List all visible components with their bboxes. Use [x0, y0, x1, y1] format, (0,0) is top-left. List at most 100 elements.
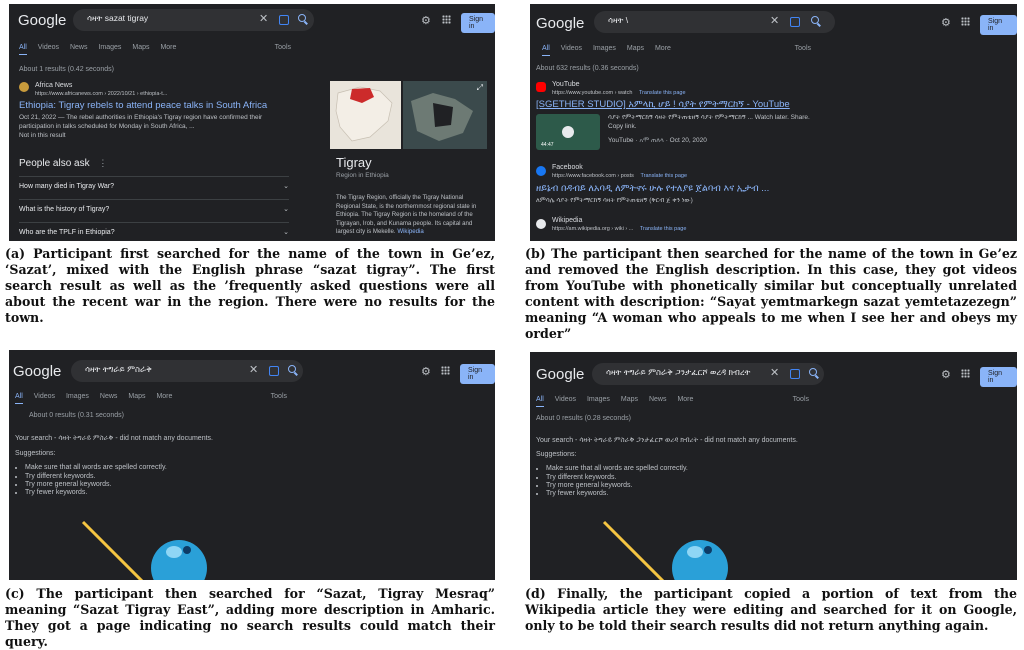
gear-icon[interactable]: ⚙ — [941, 368, 951, 381]
fb-result-title-link[interactable]: ዘይኔብ በዳብይ ለአባዲ ለምትኖሩ ሁሉ የተለያዩ ጀልባብ እና ኢታ… — [536, 183, 769, 194]
camera-icon[interactable] — [279, 15, 289, 25]
search-icon[interactable] — [288, 365, 296, 373]
tab-images[interactable]: Images — [98, 44, 121, 51]
search-icon[interactable] — [298, 14, 306, 22]
apps-grid-icon[interactable] — [961, 17, 970, 26]
apps-grid-icon[interactable] — [442, 15, 451, 24]
tab-images[interactable]: Images — [66, 393, 89, 400]
result-snippet-line-2: participation in talks scheduled for Mon… — [19, 123, 195, 130]
apps-grid-icon[interactable] — [441, 366, 450, 375]
screenshot-d: Google ሳዛት ትግራይ ምስራቅ ጋንታፈርሾ ወረዳ ክብረት ✕ ⚙… — [530, 352, 1017, 580]
caption-b: (b) The participant then searched for th… — [525, 246, 1017, 341]
tab-more[interactable]: More — [655, 45, 671, 52]
google-logo[interactable]: Google — [536, 15, 584, 32]
wikipedia-favicon — [536, 219, 546, 229]
expand-icon[interactable]: ⤢ — [477, 83, 483, 93]
paa-question-2[interactable]: What is the history of Tigray? ⌄ — [19, 199, 289, 223]
camera-icon[interactable] — [790, 369, 800, 379]
google-logo[interactable]: Google — [536, 366, 584, 383]
tab-videos[interactable]: Videos — [38, 44, 59, 51]
gear-icon[interactable]: ⚙ — [421, 14, 431, 27]
camera-icon[interactable] — [790, 17, 800, 27]
gear-icon[interactable]: ⚙ — [421, 365, 431, 378]
yt-result-title-link[interactable]: [SGETHER STUDIO] አምላኪ ሆይ ! ሳያት የምትማርከኝ -… — [536, 99, 790, 110]
translate-link[interactable]: Translate this page — [640, 173, 687, 179]
sign-in-button[interactable]: Sign in — [460, 364, 495, 384]
region-map-icon — [403, 81, 487, 149]
tab-maps[interactable]: Maps — [627, 45, 644, 52]
tab-all[interactable]: All — [542, 45, 550, 56]
google-logo[interactable]: Google — [13, 363, 61, 380]
search-icon[interactable] — [811, 16, 819, 24]
play-icon — [562, 126, 574, 138]
tab-more[interactable]: More — [156, 393, 172, 400]
tab-all[interactable]: All — [15, 393, 23, 404]
tab-videos[interactable]: Videos — [555, 396, 576, 403]
result-stats: About 0 results (0.31 seconds) — [29, 412, 124, 419]
search-input[interactable]: ሳዛት \ ✕ — [594, 11, 835, 33]
clear-icon[interactable]: ✕ — [249, 363, 258, 376]
tools-button[interactable]: Tools — [271, 393, 287, 400]
no-match-message: Your search - ሳዛት ትግራይ ምስራቅ ጋንታፈርሾ ወረዳ ክ… — [536, 437, 798, 444]
tab-images[interactable]: Images — [593, 45, 616, 52]
facebook-favicon — [536, 166, 546, 176]
tab-maps[interactable]: Maps — [128, 393, 145, 400]
map-image-tigray-location[interactable] — [330, 81, 401, 149]
translate-link[interactable]: Translate this page — [640, 226, 687, 232]
search-input[interactable]: ሳዛት ትግራይ ምስራቅ ✕ — [71, 360, 303, 382]
suggestions-list: Make sure that all words are spelled cor… — [536, 465, 688, 498]
search-query: ሳዛት \ — [608, 15, 629, 25]
caption-a: (a) Participant first searched for the n… — [5, 246, 495, 325]
more-options-icon[interactable]: ⋮ — [98, 158, 107, 168]
map-image-region[interactable]: ⤢ — [403, 81, 487, 149]
yt-meta: YouTube · አሞ ጠለላ · Oct 20, 2020 — [608, 137, 707, 144]
tools-button[interactable]: Tools — [793, 396, 809, 403]
suggestions-heading: Suggestions: — [15, 450, 56, 457]
wikipedia-link[interactable]: Wikipedia — [397, 228, 423, 235]
tab-news[interactable]: News — [70, 44, 88, 51]
result-title-link[interactable]: Ethiopia: Tigray rebels to attend peace … — [19, 100, 267, 111]
search-input[interactable]: ሳዛት ትግራይ ምስራቅ ጋንታፈርሾ ወረዳ ክብረት ✕ — [592, 363, 824, 385]
tab-more[interactable]: More — [677, 396, 693, 403]
tab-images[interactable]: Images — [587, 396, 610, 403]
clear-icon[interactable]: ✕ — [259, 12, 268, 25]
tab-all[interactable]: All — [19, 44, 27, 55]
search-tabs: All Videos Images News Maps More Tools — [15, 393, 485, 407]
paa-question-1[interactable]: How many died in Tigray War? ⌄ — [19, 176, 289, 200]
tab-all[interactable]: All — [536, 396, 544, 407]
clear-icon[interactable]: ✕ — [770, 14, 779, 27]
sign-in-button[interactable]: Sign in — [980, 367, 1017, 387]
tab-news[interactable]: News — [100, 393, 118, 400]
yt-url: https://www.youtube.com › watch Translat… — [552, 90, 686, 96]
no-match-message: Your search - ሳዛት ትግራይ ምስራቅ - did not ma… — [15, 435, 213, 442]
fb-site-name: Facebook — [552, 164, 583, 171]
clear-icon[interactable]: ✕ — [770, 366, 779, 379]
apps-grid-icon[interactable] — [961, 369, 970, 378]
tab-videos[interactable]: Videos — [561, 45, 582, 52]
video-thumbnail[interactable]: 44:47 — [536, 114, 600, 150]
search-query: ሳዛት sazat tigray — [87, 13, 149, 23]
suggestion-item: Try fewer keywords. — [25, 489, 167, 497]
sign-in-button[interactable]: Sign in — [980, 15, 1017, 35]
result-stats: About 1 results (0.42 seconds) — [19, 66, 114, 73]
tab-news[interactable]: News — [649, 396, 667, 403]
google-logo[interactable]: Google — [18, 12, 66, 29]
sign-in-button[interactable]: Sign in — [461, 13, 495, 33]
tab-maps[interactable]: Maps — [621, 396, 638, 403]
translate-link[interactable]: Translate this page — [639, 90, 686, 96]
site-favicon — [19, 82, 29, 92]
camera-icon[interactable] — [269, 366, 279, 376]
tools-button[interactable]: Tools — [275, 44, 291, 51]
tab-videos[interactable]: Videos — [34, 393, 55, 400]
search-input[interactable]: ሳዛት sazat tigray ✕ — [73, 9, 314, 31]
youtube-favicon — [536, 82, 546, 92]
search-query: ሳዛት ትግራይ ምስራቅ — [85, 364, 152, 374]
gear-icon[interactable]: ⚙ — [941, 16, 951, 29]
suggestion-item: Try more general keywords. — [25, 481, 167, 489]
paa-question-3[interactable]: Who are the TPLF in Ethiopia? ⌄ — [19, 222, 289, 241]
yt-site-name: YouTube — [552, 81, 580, 88]
tools-button[interactable]: Tools — [795, 45, 811, 52]
tab-more[interactable]: More — [160, 44, 176, 51]
tab-maps[interactable]: Maps — [132, 44, 149, 51]
search-icon[interactable] — [809, 368, 817, 376]
